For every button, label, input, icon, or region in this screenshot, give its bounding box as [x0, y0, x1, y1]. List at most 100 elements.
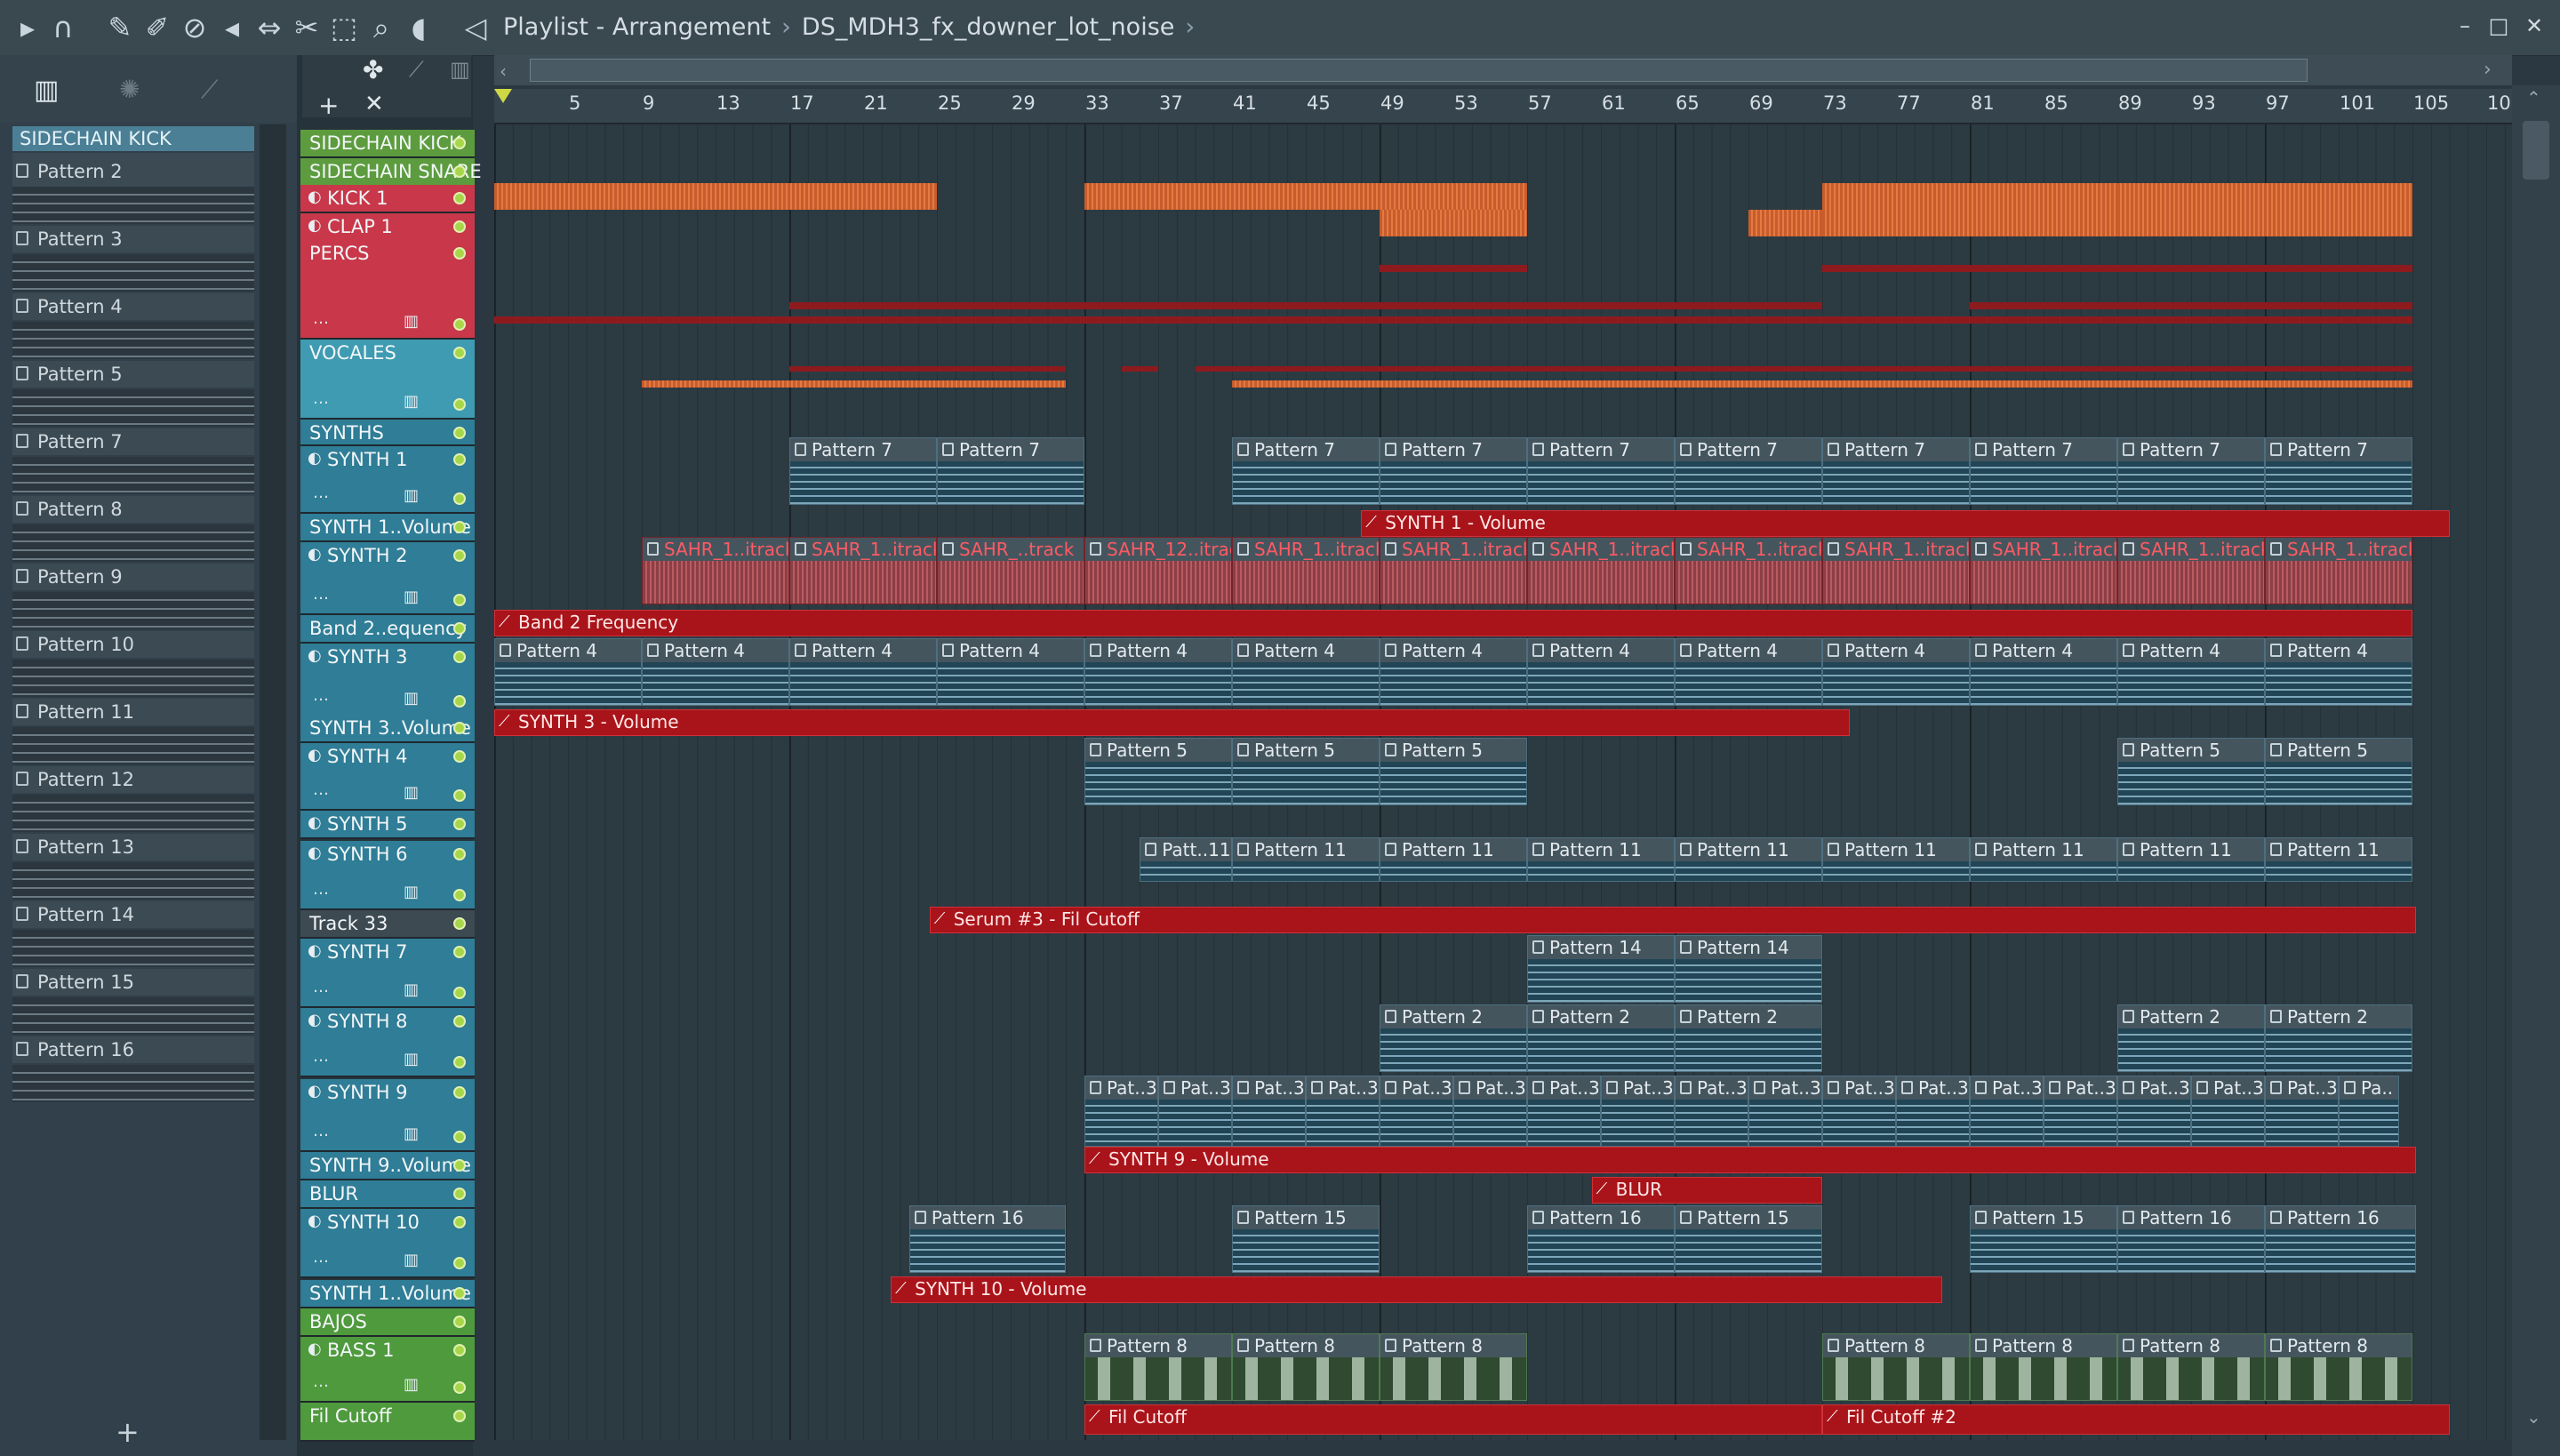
pattern-clip[interactable]: Pattern 7 — [789, 437, 937, 505]
track-more-icon[interactable]: … — [313, 1248, 329, 1267]
track-header[interactable]: Track 33 — [300, 910, 475, 939]
paint-icon[interactable]: ✐ — [139, 9, 176, 46]
pattern-clip[interactable]: Pattern 16 — [908, 1205, 1067, 1273]
track-enable-led[interactable] — [453, 347, 466, 359]
pattern-item[interactable]: Pattern 12 — [12, 766, 254, 834]
zoom-icon[interactable]: ⌕ — [363, 9, 400, 46]
track-header[interactable]: ◐ SYNTH 2 ▥… — [300, 542, 475, 615]
audio-clip[interactable]: SAHR_1..itrack — [2117, 537, 2265, 604]
scroll-up-icon[interactable]: ⌃ — [2526, 87, 2541, 108]
pattern-clip[interactable]: Pat..3 — [1970, 1076, 2044, 1147]
pattern-clip[interactable]: Pattern 4 — [1527, 638, 1675, 706]
pattern-clip[interactable]: Pattern 8 — [1232, 1333, 1380, 1401]
pattern-clip[interactable]: Pattern 2 — [1675, 1004, 1822, 1072]
automation-clip[interactable]: ⟋ BLUR — [1591, 1177, 1822, 1204]
audio-clip[interactable]: SAHR_1..itrack — [1970, 537, 2117, 604]
pattern-clip[interactable]: Pattern 4 — [642, 638, 789, 706]
track-header[interactable]: ◐ SYNTH 7 ▥… — [300, 939, 475, 1008]
track-more-icon[interactable]: … — [313, 686, 329, 705]
track-knob-icon[interactable]: ◐ — [308, 844, 325, 862]
track-header[interactable]: PERCS ▥… — [300, 240, 475, 340]
pattern-clip[interactable]: Pattern 11 — [1970, 837, 2117, 882]
pattern-clip[interactable]: Pattern 7 — [1527, 437, 1675, 505]
track-more-icon[interactable]: … — [313, 780, 329, 799]
automation-clip[interactable]: ⟋ Fil Cutoff — [1084, 1404, 1822, 1435]
pattern-clip[interactable]: Pattern 11 — [1822, 837, 1970, 882]
track-enable-led[interactable] — [453, 1188, 466, 1200]
drum-clip[interactable] — [1748, 210, 1822, 236]
pattern-clip[interactable]: Pat..3 — [1748, 1076, 1822, 1147]
track-enable-led[interactable] — [453, 622, 466, 635]
track-enable-led[interactable] — [453, 750, 466, 763]
track-enable-led[interactable] — [453, 1287, 466, 1300]
pattern-clip[interactable]: Pa.. — [2339, 1076, 2400, 1147]
track-more-icon[interactable]: … — [313, 585, 329, 604]
pattern-clip[interactable]: Pat..3 — [1380, 1076, 1453, 1147]
track-knob-icon[interactable]: ◐ — [308, 1012, 325, 1029]
pattern-clip[interactable]: Pattern 4 — [1822, 638, 1970, 706]
waveform-icon[interactable]: ✺ — [119, 75, 140, 104]
pattern-item[interactable]: Pattern 4 — [12, 293, 254, 361]
pattern-item[interactable]: Pattern 2 — [12, 158, 254, 226]
drum-clip[interactable] — [1084, 183, 1527, 210]
track-mute-led[interactable] — [453, 318, 466, 331]
track-header[interactable]: SYNTH 3..Volume — [300, 715, 475, 743]
perc-clip[interactable] — [1822, 316, 2412, 324]
pattern-item[interactable]: Pattern 16 — [12, 1036, 254, 1104]
piano-icon[interactable]: ▥ — [404, 690, 421, 708]
perc-clip[interactable] — [1822, 265, 2412, 272]
mute-icon[interactable]: ◂ — [213, 9, 251, 46]
pattern-clip[interactable]: Pattern 2 — [1527, 1004, 1675, 1072]
track-knob-icon[interactable]: ◐ — [308, 450, 325, 468]
minimize-button[interactable]: – — [2450, 11, 2480, 41]
remove-track-icon[interactable]: ✕ — [364, 91, 384, 117]
track-header[interactable]: ◐ CLAP 1 — [300, 213, 475, 242]
pattern-clip[interactable]: Pat..3 — [2265, 1076, 2339, 1147]
pattern-clip[interactable]: Pattern 15 — [1675, 1205, 1822, 1273]
pattern-clip[interactable]: Pattern 8 — [1380, 1333, 1527, 1401]
pattern-clip[interactable]: Pattern 7 — [1380, 437, 1527, 505]
perc-clip[interactable] — [1195, 366, 2412, 372]
piano-icon[interactable]: ▥ — [404, 1125, 421, 1143]
track-knob-icon[interactable]: ◐ — [308, 647, 325, 665]
pattern-clip[interactable]: Pattern 2 — [2265, 1004, 2412, 1072]
piano-icon[interactable]: ▥ — [34, 75, 59, 106]
audio-clip[interactable]: SAHR_1..itrack — [1380, 537, 1527, 604]
pattern-item[interactable]: Pattern 13 — [12, 834, 254, 901]
track-enable-led[interactable] — [453, 220, 466, 233]
pattern-clip[interactable]: Pattern 11 — [2117, 837, 2265, 882]
pattern-clip[interactable]: Pattern 15 — [1232, 1205, 1380, 1273]
track-mute-led[interactable] — [453, 398, 466, 411]
audio-wave-icon[interactable]: ✤ — [363, 55, 383, 84]
track-header[interactable]: SIDECHAIN SNARE — [300, 158, 482, 187]
drum-clip[interactable] — [494, 183, 937, 210]
track-more-icon[interactable]: … — [313, 1122, 329, 1140]
track-header[interactable]: SYNTH 9..Volume — [300, 1152, 475, 1180]
track-header[interactable]: SIDECHAIN KICK — [300, 130, 475, 158]
pattern-clip[interactable]: Pattern 5 — [2265, 738, 2412, 805]
pattern-clip[interactable]: Pattern 4 — [2117, 638, 2265, 706]
pattern-clip[interactable]: Pattern 4 — [494, 638, 642, 706]
pattern-clip[interactable]: Pattern 16 — [2117, 1205, 2265, 1273]
pattern-clip[interactable]: Pattern 11 — [1232, 837, 1380, 882]
audio-clip[interactable]: SAHR_1..itrack — [1232, 537, 1380, 604]
drum-clip[interactable] — [642, 380, 1067, 388]
track-knob-icon[interactable]: ◐ — [308, 1212, 325, 1230]
pattern-clip[interactable]: Pattern 11 — [1380, 837, 1527, 882]
pattern-clip[interactable]: Pattern 8 — [2117, 1333, 2265, 1401]
pattern-clip[interactable]: Pattern 11 — [2265, 837, 2412, 882]
track-enable-led[interactable] — [453, 946, 466, 958]
track-knob-icon[interactable]: ◐ — [308, 217, 325, 235]
pattern-clip[interactable]: Pattern 14 — [1675, 935, 1822, 1003]
pattern-item[interactable]: Pattern 10 — [12, 631, 254, 699]
track-enable-led[interactable] — [453, 848, 466, 860]
drum-clip[interactable] — [1822, 183, 2117, 210]
audio-clip[interactable]: SAHR_1..itrack — [642, 537, 789, 604]
track-mute-led[interactable] — [453, 1381, 466, 1394]
track-header[interactable]: Fil Cutoff — [300, 1403, 475, 1442]
piano-icon[interactable]: ▥ — [404, 1051, 421, 1068]
magnet-icon[interactable]: ∩ — [44, 9, 82, 46]
pattern-clip[interactable]: Pattern 4 — [1970, 638, 2117, 706]
track-mute-led[interactable] — [453, 1257, 466, 1269]
track-mute-led[interactable] — [453, 987, 466, 999]
